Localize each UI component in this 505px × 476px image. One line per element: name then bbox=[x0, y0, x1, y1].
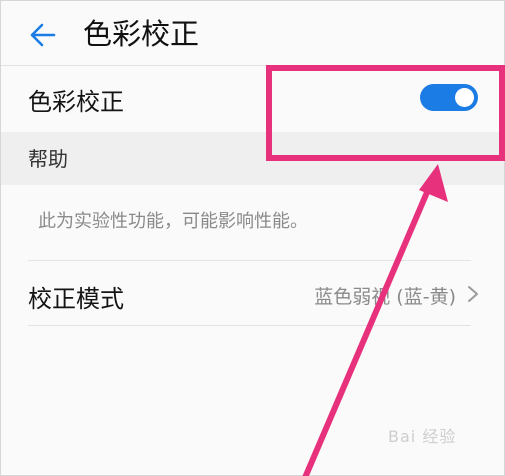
title-bar: 色彩校正 bbox=[1, 1, 504, 67]
correction-mode-label: 校正模式 bbox=[28, 285, 124, 313]
correction-mode-value: 蓝色弱视 (蓝-黄) bbox=[314, 286, 456, 308]
page-title: 色彩校正 bbox=[83, 17, 200, 51]
watermark-logo: Bai 经验 bbox=[388, 427, 457, 446]
help-text: 此为实验性功能，可能影响性能。 bbox=[38, 211, 308, 232]
arrow-left-icon[interactable] bbox=[27, 20, 57, 50]
help-section-label: 帮助 bbox=[28, 147, 68, 171]
annotation-highlight-box bbox=[266, 65, 505, 161]
color-correction-label: 色彩校正 bbox=[28, 88, 124, 116]
chevron-right-icon bbox=[468, 286, 478, 302]
mode-divider bbox=[28, 325, 471, 326]
